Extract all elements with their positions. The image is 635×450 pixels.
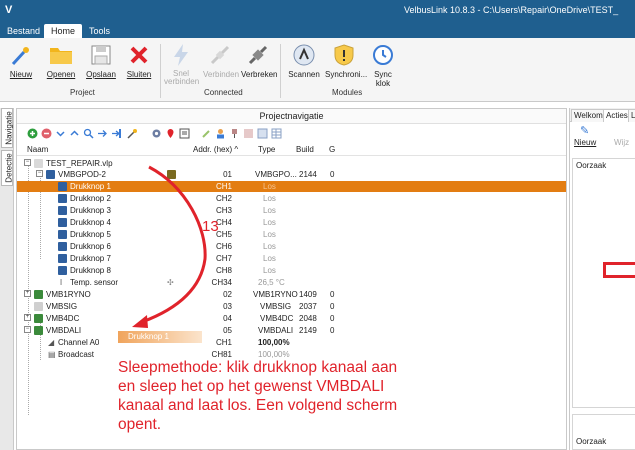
ribbon: Nieuw Openen Opslaan Sluiten Project Sne…	[0, 38, 635, 102]
new-button[interactable]: Nieuw	[4, 42, 38, 79]
side-tabs: Navigatie Detectie	[0, 108, 14, 450]
right-tabs: Welkom Acties Lo	[570, 108, 635, 122]
cause-label-2: Oorzaak	[576, 437, 607, 446]
disconnect-button[interactable]: Verbreken	[241, 42, 278, 79]
clock-sync-icon	[370, 42, 396, 68]
app-logo: V	[5, 4, 13, 16]
save-label: Opslaan	[86, 70, 116, 79]
project-group-label: Project	[70, 88, 95, 97]
radar-icon	[291, 42, 317, 68]
cause-list[interactable]: Oorzaak	[572, 158, 635, 408]
quick-connect-label-2: verbinden	[164, 77, 200, 86]
close-button[interactable]: Sluiten	[122, 42, 156, 79]
connect-button[interactable]: Verbinden	[203, 42, 240, 79]
magic-wand-icon: ✎	[580, 125, 590, 137]
actions-panel: Welkom Acties Lo ✎ Nieuw Wijz Oorzaak Oo…	[569, 108, 635, 450]
open-label: Openen	[46, 70, 76, 79]
disconnect-label: Verbreken	[241, 70, 278, 79]
cause-list-2[interactable]: Oorzaak	[572, 414, 635, 450]
quick-connect-button[interactable]: Snel verbinden	[164, 42, 200, 86]
scan-label: Scannen	[288, 70, 320, 79]
shield-icon	[331, 42, 357, 68]
new-label: Nieuw	[9, 70, 33, 79]
drag-ghost: Drukknop 1	[118, 331, 202, 343]
plug-icon	[207, 42, 233, 68]
save-icon	[88, 42, 114, 68]
drag-ghost-label: Drukknop 1	[128, 332, 169, 341]
tab-detectie[interactable]: Detectie	[1, 150, 14, 186]
open-button[interactable]: Openen	[44, 42, 78, 79]
scan-button[interactable]: Scannen	[287, 42, 321, 79]
tab-welkom[interactable]: Welkom	[571, 109, 606, 122]
ribbon-separator	[160, 44, 161, 98]
plug-disconnect-icon	[245, 42, 271, 68]
synchronize-label: Synchroni...	[325, 70, 368, 79]
window-title: VelbusLink 10.8.3 - C:\Users\Repair\OneD…	[404, 5, 619, 15]
magic-wand-icon	[8, 42, 34, 68]
tab-home[interactable]: Home	[44, 24, 83, 38]
tab-bestand[interactable]: Bestand	[0, 24, 47, 38]
synchronize-button[interactable]: Synchroni...	[325, 42, 367, 79]
cause-label: Oorzaak	[576, 161, 607, 170]
annotation-text: Sleepmethode: klik drukknop kanaal aan e…	[118, 359, 398, 433]
edit-action-button[interactable]: Wijz	[614, 138, 629, 147]
tab-log[interactable]: Lo	[628, 109, 635, 122]
close-icon	[126, 42, 152, 68]
folder-icon	[48, 42, 74, 68]
save-button[interactable]: Opslaan	[84, 42, 118, 79]
sync-clock-label: Sync klok	[374, 70, 392, 88]
title-bar: V VelbusLink 10.8.3 - C:\Users\Repair\On…	[0, 0, 635, 22]
right-toolbar: ✎ Nieuw Wijz	[570, 124, 635, 152]
tab-tools[interactable]: Tools	[82, 24, 117, 38]
close-label: Sluiten	[126, 70, 152, 79]
highlight-box	[603, 262, 635, 278]
annotation-number: 13	[202, 218, 219, 235]
tab-detectie-label: Detectie	[4, 153, 14, 183]
modules-group-label: Modules	[332, 88, 363, 97]
connect-label: Verbinden	[203, 70, 240, 79]
new-action-button[interactable]: Nieuw	[574, 138, 596, 147]
menu-bar: Bestand Home Tools	[0, 22, 635, 38]
connected-group-label: Connected	[204, 88, 243, 97]
ribbon-separator	[280, 44, 281, 98]
tab-acties[interactable]: Acties	[603, 109, 631, 122]
sync-clock-button[interactable]: Sync klok	[366, 42, 400, 88]
lightning-icon	[168, 42, 194, 68]
